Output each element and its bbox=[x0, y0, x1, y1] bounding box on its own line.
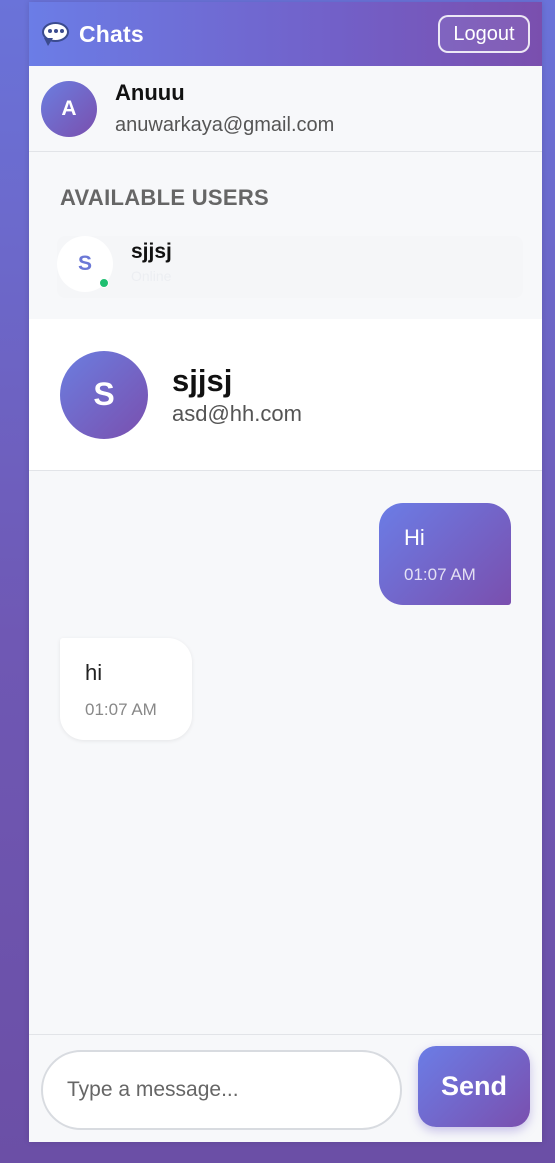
message-text: Hi bbox=[404, 525, 425, 550]
app-title: Chats bbox=[79, 20, 144, 47]
message-list[interactable]: Hi 01:07 AM hi 01:07 AM bbox=[29, 472, 542, 1034]
current-user-panel: A Anuuu anuwarkaya@gmail.com bbox=[29, 66, 542, 152]
available-users-section: AVAILABLE USERS S sjjsj Online bbox=[29, 153, 542, 319]
chat-bubble-icon bbox=[41, 21, 71, 47]
user-avatar: S bbox=[57, 236, 113, 292]
current-user-name: Anuuu bbox=[115, 80, 185, 105]
logout-button[interactable]: Logout bbox=[438, 15, 530, 53]
user-name: sjjsj bbox=[131, 240, 172, 263]
chat-header: S sjjsj asd@hh.com bbox=[29, 319, 542, 471]
brand: Chats bbox=[41, 21, 144, 48]
section-title: AVAILABLE USERS bbox=[60, 185, 270, 210]
sent-message: Hi 01:07 AM bbox=[379, 503, 511, 605]
message-composer: Send bbox=[29, 1034, 542, 1142]
message-time: 01:07 AM bbox=[85, 700, 157, 719]
message-time: 01:07 AM bbox=[404, 565, 476, 584]
current-user-avatar: A bbox=[41, 80, 97, 137]
top-bar: Chats Logout bbox=[29, 2, 542, 66]
message-input[interactable] bbox=[41, 1050, 402, 1130]
message-text: hi bbox=[85, 660, 103, 685]
user-avatar-initial: S bbox=[77, 252, 92, 275]
contact-email: asd@hh.com bbox=[172, 400, 302, 426]
online-status-dot bbox=[99, 278, 109, 288]
send-button[interactable]: Send bbox=[418, 1046, 530, 1127]
received-message: hi 01:07 AM bbox=[60, 638, 192, 740]
user-list-item[interactable]: S sjjsj Online bbox=[57, 236, 523, 298]
user-status: Online bbox=[131, 268, 172, 284]
chat-app: Chats Logout A Anuuu anuwarkaya@gmail.co… bbox=[29, 2, 542, 1142]
contact-name: sjjsj bbox=[172, 362, 233, 398]
current-user-email: anuwarkaya@gmail.com bbox=[115, 114, 335, 136]
contact-avatar: S bbox=[60, 350, 148, 439]
